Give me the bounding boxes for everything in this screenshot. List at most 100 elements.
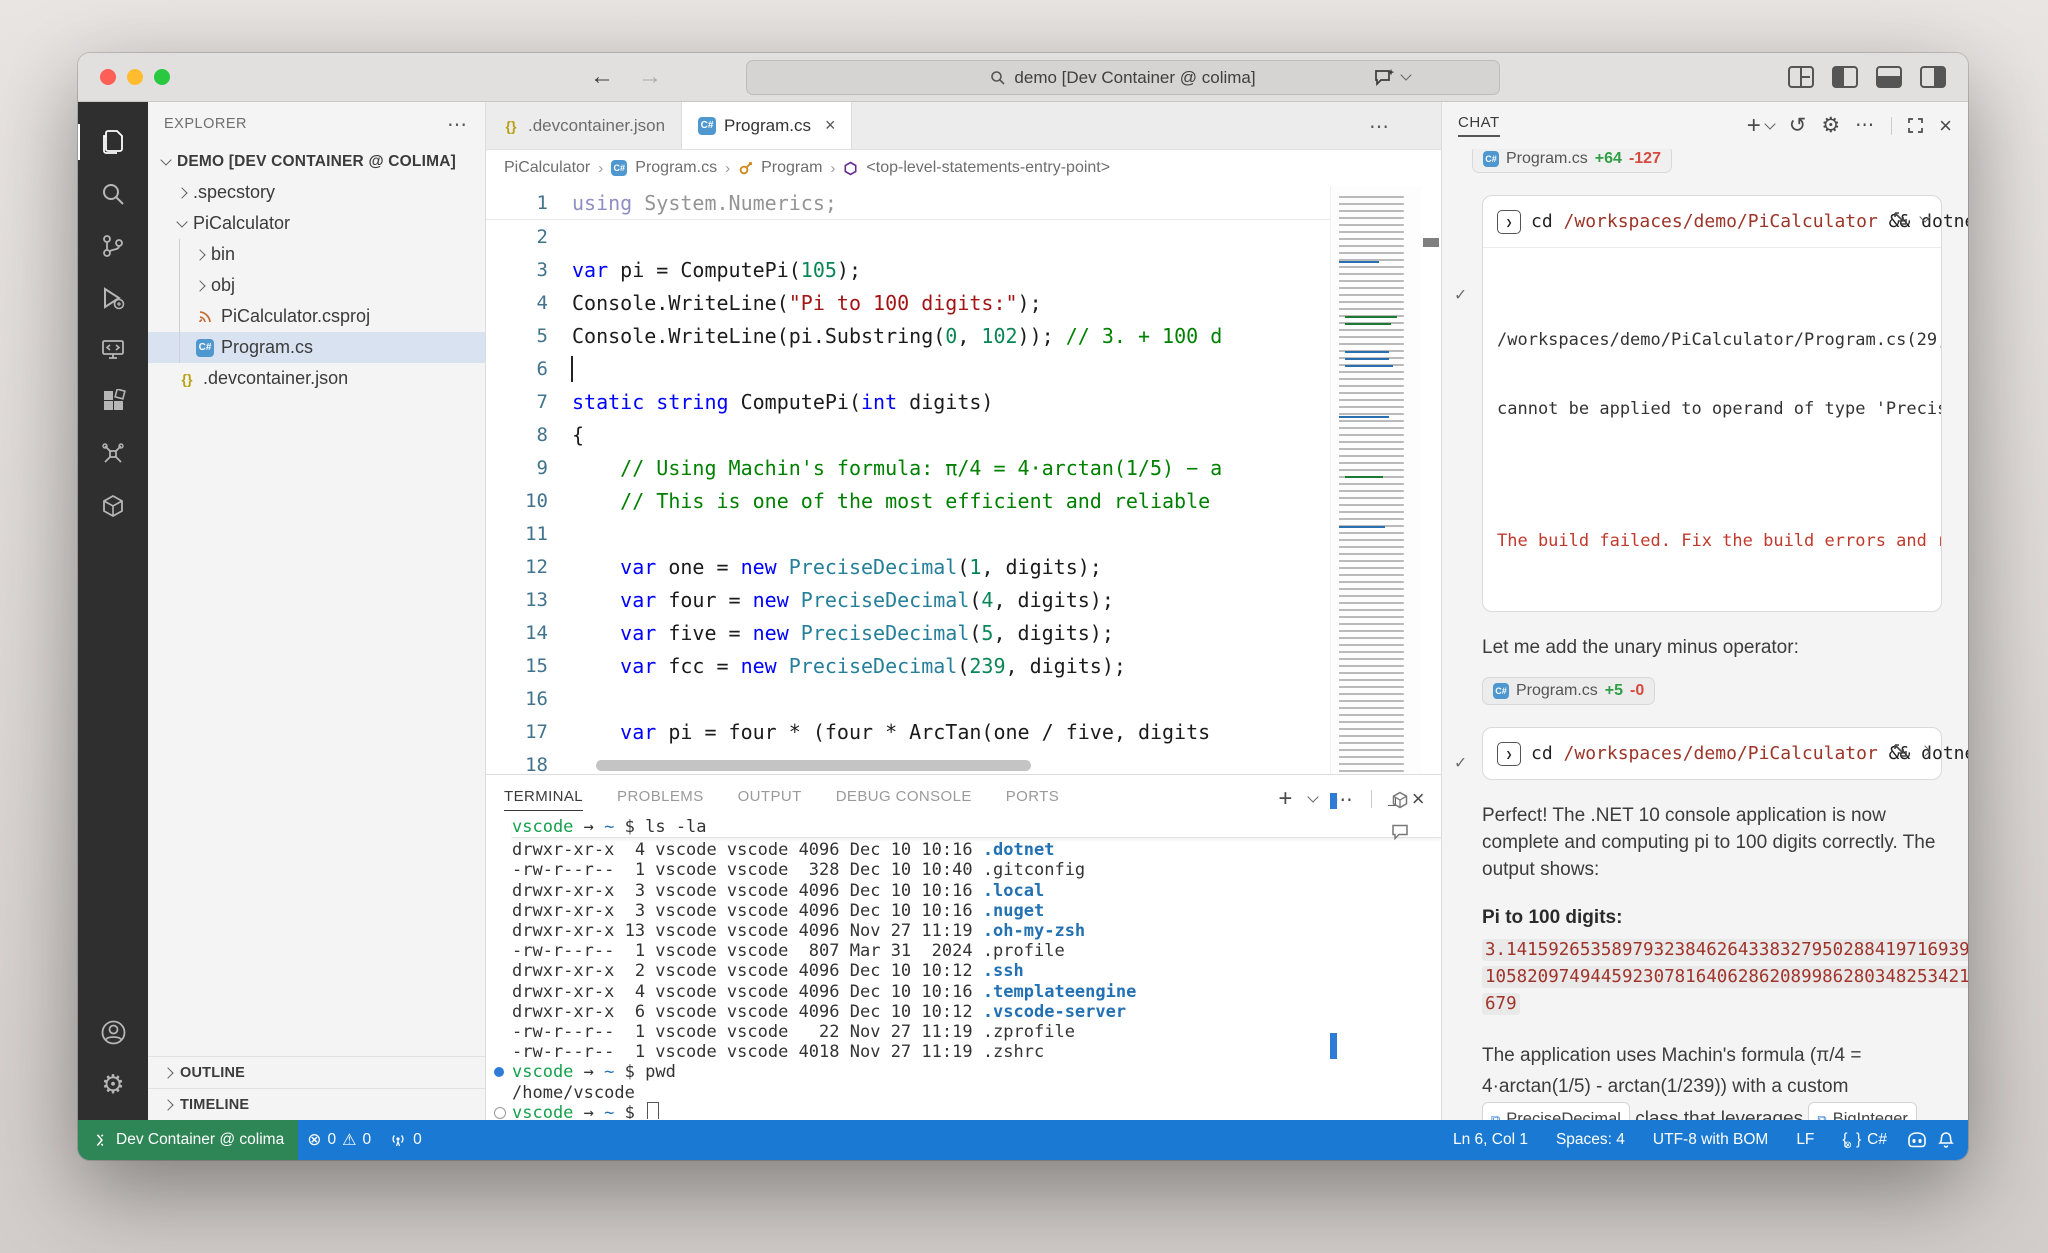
indentation-status[interactable]: Spaces: 4 xyxy=(1547,1131,1634,1149)
source-control-icon[interactable] xyxy=(78,220,148,272)
chat-terminal-icon[interactable] xyxy=(1391,823,1409,841)
forward-arrow-button[interactable]: → xyxy=(638,63,662,91)
editor-scrollbar[interactable] xyxy=(1421,186,1441,774)
code-text: var pi = ComputePi(105); xyxy=(548,258,861,282)
line-number: 11 xyxy=(486,523,548,545)
minimize-window-button[interactable] xyxy=(127,69,143,85)
customize-layout-button[interactable] xyxy=(1788,66,1814,88)
terminal-text: drwxr-xr-x 3 vscode vscode 4096 Dec 10 1… xyxy=(512,881,1044,901)
settings-gear-icon[interactable]: ⚙ xyxy=(78,1058,148,1110)
tab-ports[interactable]: PORTS xyxy=(1006,788,1059,805)
insert-into-terminal-icon[interactable] xyxy=(1892,742,1909,759)
search-view-icon[interactable] xyxy=(78,168,148,220)
toggle-secondary-sidebar-button[interactable] xyxy=(1920,66,1946,88)
chevron-down-icon[interactable] xyxy=(1919,211,1930,222)
chevron-right-icon[interactable] xyxy=(1919,745,1930,756)
explorer-icon[interactable] xyxy=(78,116,148,168)
copilot-chat-button[interactable] xyxy=(1374,68,1410,87)
back-arrow-button[interactable]: ← xyxy=(590,63,614,91)
tree-folder-obj[interactable]: obj xyxy=(148,270,485,301)
line-number: 12 xyxy=(486,556,548,578)
search-icon xyxy=(990,70,1006,86)
chat-tab[interactable]: CHAT xyxy=(1458,114,1500,137)
chevron-right-icon xyxy=(162,1067,173,1078)
ports-status[interactable]: 0 xyxy=(380,1131,431,1149)
tab-terminal[interactable]: TERMINAL xyxy=(504,788,583,811)
expand-chat-icon[interactable] xyxy=(1907,117,1924,134)
toggle-sidebar-button[interactable] xyxy=(1832,66,1858,88)
bell-icon[interactable] xyxy=(1938,1131,1954,1149)
terminal-text: -rw-r--r-- 1 vscode vscode 22 Nov 27 11:… xyxy=(512,1022,1075,1042)
chat-settings-gear-icon[interactable]: ⚙ xyxy=(1821,113,1840,138)
terminal-instance-icon[interactable] xyxy=(1391,791,1409,809)
minimap[interactable] xyxy=(1330,186,1421,774)
encoding-status[interactable]: UTF-8 with BOM xyxy=(1644,1131,1777,1149)
chat-conversation[interactable]: C# Program.cs +64 -127 ❯ cd /workspaces/… xyxy=(1442,149,1968,1120)
tree-file-programcs[interactable]: C# Program.cs xyxy=(148,332,485,363)
tab-program-cs[interactable]: C# Program.cs × xyxy=(682,102,852,149)
tab-problems[interactable]: PROBLEMS xyxy=(617,788,704,805)
close-window-button[interactable] xyxy=(100,69,116,85)
account-icon[interactable] xyxy=(78,1006,148,1058)
file-tree: DEMO [DEV CONTAINER @ COLIMA] .specstory… xyxy=(148,146,485,1056)
drone-icon[interactable] xyxy=(78,428,148,480)
breadcrumb-entry-point[interactable]: <top-level-statements-entry-point> xyxy=(866,159,1110,177)
remote-explorer-icon[interactable] xyxy=(78,324,148,376)
symbol-chip-precisedecimal[interactable]: ⧉PreciseDecimal xyxy=(1482,1102,1630,1120)
terminal-text: -rw-r--r-- 1 vscode vscode 807 Mar 31 20… xyxy=(512,941,1065,961)
tree-file-devcontainer[interactable]: {} .devcontainer.json xyxy=(148,363,485,394)
diff-chip[interactable]: C# Program.cs +5 -0 xyxy=(1482,677,1655,705)
language-mode[interactable]: {⊗} C# xyxy=(1833,1131,1896,1149)
timeline-section[interactable]: TIMELINE xyxy=(148,1088,485,1120)
tree-folder-specstory[interactable]: .specstory xyxy=(148,177,485,208)
zoom-window-button[interactable] xyxy=(154,69,170,85)
terminal-line: drwxr-xr-x 13 vscode vscode 4096 Nov 27 … xyxy=(512,921,1441,941)
tree-file-csproj[interactable]: PiCalculator.csproj xyxy=(148,301,485,332)
breadcrumb-symbol[interactable]: Program xyxy=(761,159,822,177)
tab-devcontainer-json[interactable]: {} .devcontainer.json xyxy=(486,102,682,149)
json-file-icon: {} xyxy=(178,370,196,388)
symbol-chip-biginteger[interactable]: ⧉BigInteger xyxy=(1808,1102,1917,1120)
line-number: 16 xyxy=(486,688,548,710)
folder-label: PiCalculator xyxy=(193,213,290,234)
close-tab-icon[interactable]: × xyxy=(825,115,836,136)
language-label: C# xyxy=(1867,1131,1887,1149)
toggle-panel-button[interactable] xyxy=(1876,66,1902,88)
eol-status[interactable]: LF xyxy=(1787,1131,1823,1149)
explorer-actions-button[interactable]: ⋯ xyxy=(447,112,469,137)
tree-root-folder[interactable]: DEMO [DEV CONTAINER @ COLIMA] xyxy=(148,146,485,177)
terminal-scrollbar[interactable] xyxy=(1330,793,1337,1059)
run-debug-icon[interactable] xyxy=(78,272,148,324)
chat-history-icon[interactable]: ↺ xyxy=(1789,113,1807,138)
panel-tab-bar: TERMINAL PROBLEMS OUTPUT DEBUG CONSOLE P… xyxy=(486,775,1441,817)
tab-output[interactable]: OUTPUT xyxy=(738,788,802,805)
chat-more-actions-button[interactable]: ⋯ xyxy=(1855,114,1876,137)
terminal-line: drwxr-xr-x 4 vscode vscode 4096 Dec 10 1… xyxy=(512,840,1441,860)
problems-status[interactable]: ⊗ 0 ⚠ 0 xyxy=(298,1130,380,1150)
horizontal-scrollbar[interactable] xyxy=(596,760,1031,771)
code-editor[interactable]: 1 using System.Numerics; 2 3 var pi = Co… xyxy=(486,186,1441,774)
outline-section[interactable]: OUTLINE xyxy=(148,1056,485,1088)
containers-icon[interactable] xyxy=(78,480,148,532)
chevron-down-icon[interactable] xyxy=(1307,791,1318,802)
tree-folder-bin[interactable]: bin xyxy=(148,239,485,270)
copilot-icon[interactable] xyxy=(1906,1131,1928,1149)
editor-actions-button[interactable]: ⋯ xyxy=(1369,114,1391,139)
close-chat-icon[interactable]: × xyxy=(1939,113,1952,139)
diff-chip-clipped[interactable]: C# Program.cs +64 -127 xyxy=(1472,149,1672,173)
breadcrumb-project[interactable]: PiCalculator xyxy=(504,159,590,177)
bottom-panel: TERMINAL PROBLEMS OUTPUT DEBUG CONSOLE P… xyxy=(486,774,1441,1119)
extensions-icon[interactable] xyxy=(78,376,148,428)
breadcrumb-file[interactable]: Program.cs xyxy=(635,159,717,177)
new-chat-button[interactable]: + xyxy=(1747,112,1774,140)
tab-label: Program.cs xyxy=(724,116,811,136)
tab-debug-console[interactable]: DEBUG CONSOLE xyxy=(836,788,972,805)
tree-folder-picalculator[interactable]: PiCalculator xyxy=(148,208,485,239)
cursor-position[interactable]: Ln 6, Col 1 xyxy=(1444,1131,1537,1149)
new-terminal-button[interactable]: + xyxy=(1278,785,1292,813)
terminal-line: drwxr-xr-x 2 vscode vscode 4096 Dec 10 1… xyxy=(512,961,1441,981)
close-panel-icon[interactable]: × xyxy=(1412,786,1425,812)
insert-into-terminal-icon[interactable] xyxy=(1892,210,1909,227)
remote-indicator[interactable]: Dev Container @ colima xyxy=(78,1120,298,1160)
terminal[interactable]: vscode → ~ $ ls -la drwxr-xr-x 4 vscode … xyxy=(486,817,1441,1119)
